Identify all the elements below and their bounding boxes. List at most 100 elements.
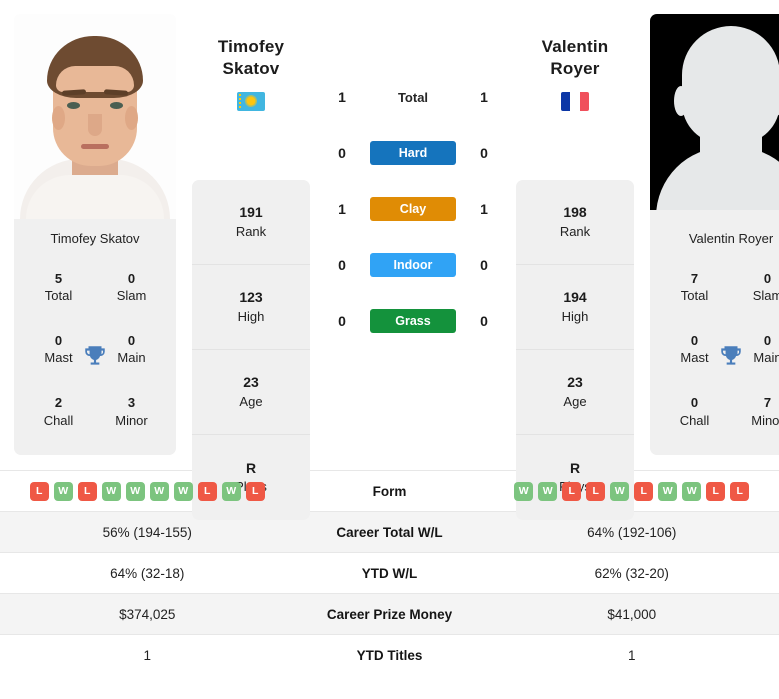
right-high-cell: 194 High bbox=[516, 265, 634, 350]
right-titles-total: 7 Total bbox=[658, 256, 731, 318]
row-label-form: Form bbox=[372, 483, 407, 499]
left-high-cell: 123 High bbox=[192, 265, 310, 350]
form-badge-l: L bbox=[77, 481, 97, 501]
right-titles-minor: 7 Minor bbox=[731, 381, 779, 443]
left-player-rank-column: 191 Rank 123 High 23 Age R Plays bbox=[192, 180, 310, 520]
h2h-clay-left-score: 1 bbox=[338, 201, 346, 217]
right-player-first-name: Valentin bbox=[541, 37, 609, 56]
right-rank-card: 198 Rank 194 High 23 Age R Plays bbox=[516, 180, 634, 520]
table-row-ytd-titles: 1 YTD Titles 1 bbox=[0, 634, 779, 676]
row-label-career-wl: Career Total W/L bbox=[336, 524, 443, 540]
right-prize-money: $41,000 bbox=[607, 606, 657, 622]
surface-badge-clay: Clay bbox=[370, 197, 456, 221]
value: 2 bbox=[54, 395, 63, 411]
h2h-row-hard: 0 Hard 0 bbox=[314, 125, 512, 181]
flag-france-icon bbox=[561, 92, 589, 112]
form-badge-l: L bbox=[730, 481, 750, 501]
right-ytd-wl: 62% (32-20) bbox=[594, 565, 669, 581]
form-badge-l: L bbox=[245, 481, 265, 501]
right-player-name-label: Valentin Royer bbox=[688, 231, 774, 246]
value: 123 bbox=[239, 289, 263, 306]
value: 0 bbox=[690, 395, 699, 411]
value: 7 bbox=[690, 270, 699, 286]
left-player-photo bbox=[14, 14, 176, 219]
form-badge-w: W bbox=[610, 481, 630, 501]
h2h-total-left-score: 1 bbox=[338, 89, 346, 105]
right-plays-cell: R Plays bbox=[516, 435, 634, 520]
silhouette-placeholder-icon bbox=[650, 14, 779, 219]
h2h-row-clay: 1 Clay 1 bbox=[314, 181, 512, 237]
form-badge-l: L bbox=[634, 481, 654, 501]
left-age-cell: 23 Age bbox=[192, 350, 310, 435]
value: 7 bbox=[763, 395, 772, 411]
value: 23 bbox=[567, 374, 583, 391]
right-player-rank-column: 198 Rank 194 High 23 Age R Plays bbox=[516, 180, 634, 520]
row-label-ytd-titles: YTD Titles bbox=[356, 647, 423, 663]
h2h-indoor-right-score: 0 bbox=[480, 257, 488, 273]
left-player-card: Timofey Skatov 5 Total 0 Slam 0 Mast 0 M… bbox=[14, 14, 176, 455]
form-badge-w: W bbox=[173, 481, 193, 501]
table-row-form: LWLWWWWLWL Form WWLLWLWWLL bbox=[0, 470, 779, 512]
left-form-badges: LWLWWWWLWL bbox=[0, 481, 295, 501]
label: High bbox=[237, 308, 265, 324]
surface-badge-grass: Grass bbox=[370, 309, 456, 333]
table-row-ytd-wl: 64% (32-18) YTD W/L 62% (32-20) bbox=[0, 552, 779, 594]
label: High bbox=[561, 308, 589, 324]
surface-badge-hard: Hard bbox=[370, 141, 456, 165]
table-row-prize-money: $374,025 Career Prize Money $41,000 bbox=[0, 593, 779, 635]
comparison-stats-table: LWLWWWWLWL Form WWLLWLWWLL 56% (194-155)… bbox=[0, 470, 779, 676]
row-label-prize-money: Career Prize Money bbox=[326, 606, 453, 622]
label: Minor bbox=[115, 412, 148, 428]
left-player-photo-column: Timofey Skatov 5 Total 0 Slam 0 Mast 0 M… bbox=[14, 14, 176, 455]
value: 191 bbox=[239, 204, 263, 221]
left-rank-card: 191 Rank 123 High 23 Age R Plays bbox=[192, 180, 310, 520]
form-badge-w: W bbox=[125, 481, 145, 501]
form-badge-w: W bbox=[221, 481, 241, 501]
right-age-cell: 23 Age bbox=[516, 350, 634, 435]
form-badge-w: W bbox=[538, 481, 558, 501]
value: 0 bbox=[127, 270, 136, 286]
h2h-row-grass: 0 Grass 0 bbox=[314, 293, 512, 349]
right-titles-slam: 0 Slam bbox=[731, 256, 779, 318]
left-plays-cell: R Plays bbox=[192, 435, 310, 520]
head-to-head-column: 1 Total 1 0 Hard 0 1 Clay 1 0 Indoor 0 0 bbox=[310, 14, 516, 349]
player-comparison-page: Timofey Skatov 5 Total 0 Slam 0 Mast 0 M… bbox=[0, 0, 779, 699]
value: R bbox=[245, 459, 257, 476]
form-badge-l: L bbox=[197, 481, 217, 501]
form-badge-w: W bbox=[658, 481, 678, 501]
right-player-photo bbox=[650, 14, 779, 219]
value: 5 bbox=[54, 270, 63, 286]
right-rank-cell: 198 Rank bbox=[516, 180, 634, 265]
right-player-photo-column: Valentin Royer 7 Total 0 Slam 0 Mast 0 M… bbox=[650, 14, 779, 455]
table-row-career-wl: 56% (194-155) Career Total W/L 64% (192-… bbox=[0, 511, 779, 553]
label: Rank bbox=[235, 223, 267, 239]
value: 198 bbox=[563, 204, 587, 221]
left-titles-minor: 3 Minor bbox=[95, 381, 168, 443]
label: Rank bbox=[559, 223, 591, 239]
value: R bbox=[569, 459, 581, 476]
left-rank-cell: 191 Rank bbox=[192, 180, 310, 265]
h2h-hard-left-score: 0 bbox=[338, 145, 346, 161]
h2h-indoor-left-score: 0 bbox=[338, 257, 346, 273]
form-badge-w: W bbox=[682, 481, 702, 501]
h2h-grass-left-score: 0 bbox=[338, 313, 346, 329]
surface-badge-indoor: Indoor bbox=[370, 253, 456, 277]
portrait-illustration bbox=[14, 14, 176, 219]
h2h-hard-right-score: 0 bbox=[480, 145, 488, 161]
left-ytd-wl: 64% (32-18) bbox=[110, 565, 185, 581]
h2h-clay-right-score: 1 bbox=[480, 201, 488, 217]
h2h-row-total: 1 Total 1 bbox=[314, 69, 512, 125]
trophy-icon bbox=[85, 345, 105, 365]
form-badge-w: W bbox=[149, 481, 169, 501]
label: Chall bbox=[679, 412, 710, 428]
left-player-name-block: Timofey Skatov bbox=[192, 36, 310, 154]
trophy-icon bbox=[721, 345, 741, 365]
value: 0 bbox=[763, 270, 772, 286]
left-titles-total: 5 Total bbox=[22, 256, 95, 318]
form-badge-w: W bbox=[53, 481, 73, 501]
form-badge-l: L bbox=[562, 481, 582, 501]
label: Total bbox=[680, 288, 709, 304]
left-player-titles-grid: 5 Total 0 Slam 0 Mast 0 Main 2 Chall 3 M… bbox=[14, 256, 176, 455]
left-titles-chall: 2 Chall bbox=[22, 381, 95, 443]
right-player-titles-grid: 7 Total 0 Slam 0 Mast 0 Main 0 Chall 7 M… bbox=[650, 256, 779, 455]
